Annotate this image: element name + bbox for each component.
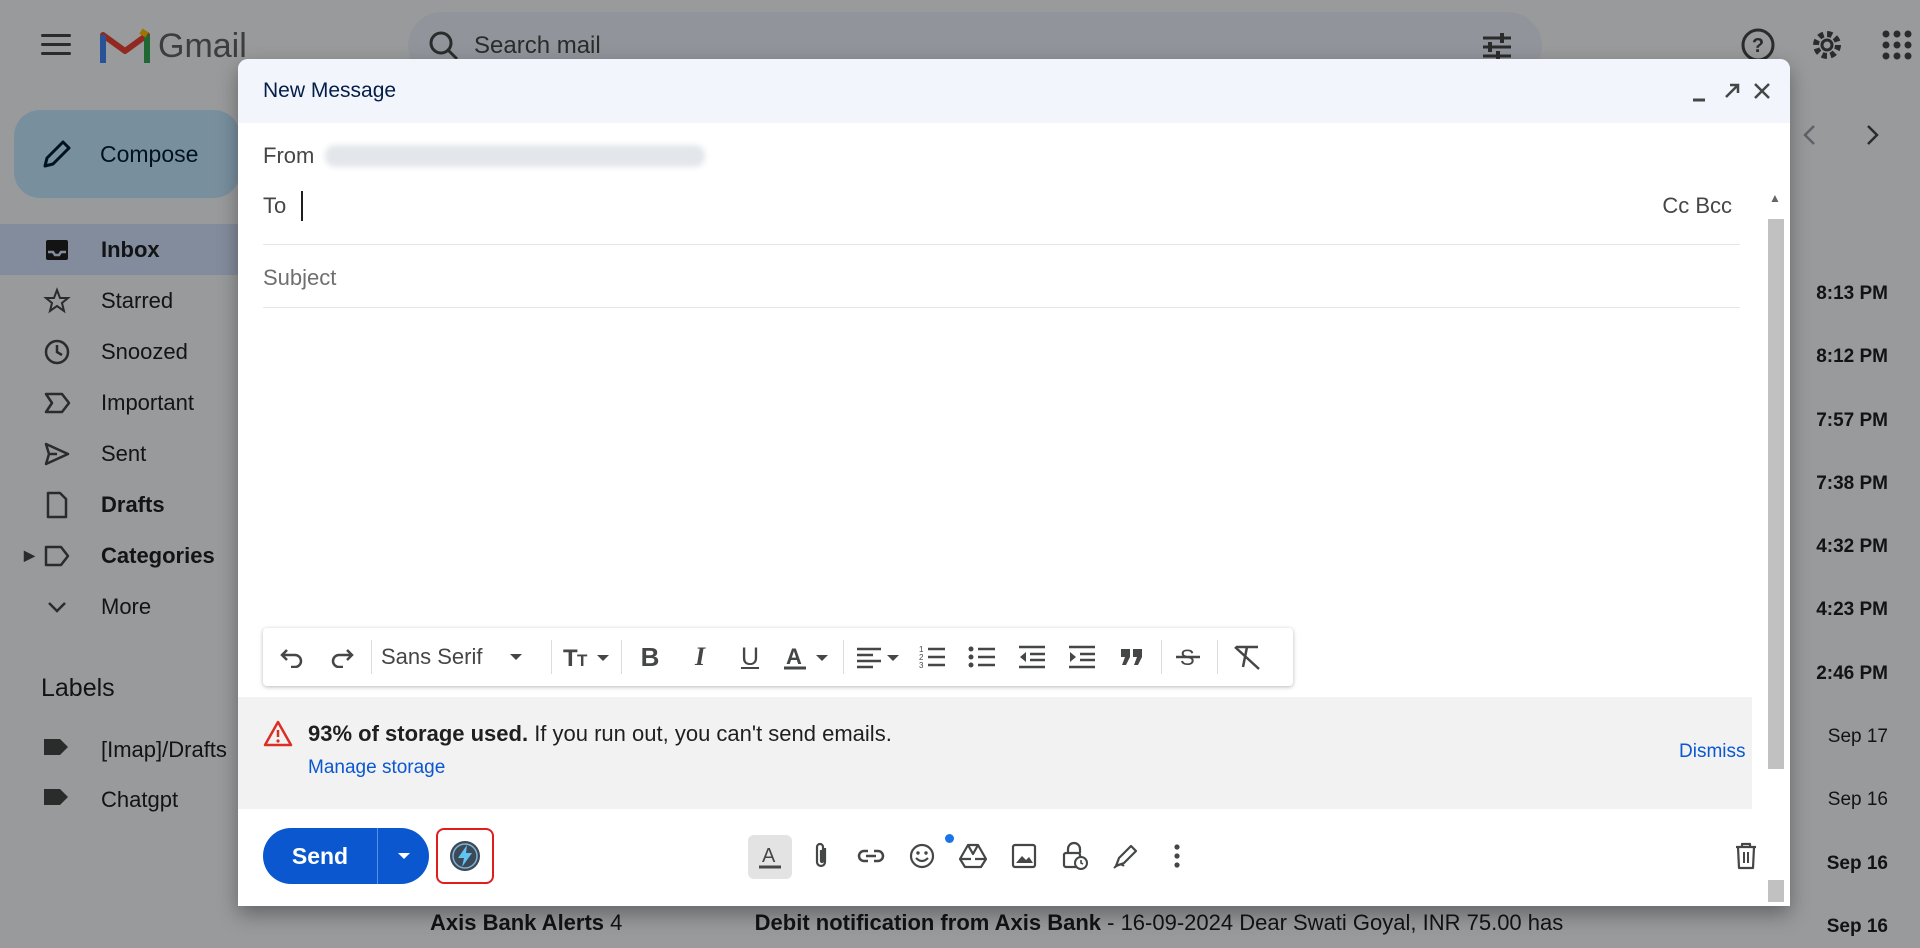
insert-signature-icon[interactable] [1107,837,1145,875]
redo-icon[interactable] [323,638,361,676]
full-screen-icon[interactable] [1720,79,1744,103]
toolbar-divider [1217,640,1218,674]
schedule-send-dropdown[interactable] [378,828,429,884]
formatting-toolbar: Sans Serif TT B I U A 123 S [263,628,1293,686]
svg-text:A: A [762,845,776,867]
google-drive-icon[interactable] [954,837,992,875]
text-color-icon[interactable]: A [779,638,835,676]
font-size-icon[interactable]: TT [559,638,615,676]
dropdown-arrow-icon [509,654,522,660]
undo-icon[interactable] [273,638,311,676]
to-label: To [263,193,287,218]
underline-icon[interactable]: U [731,638,769,676]
compose-header: New Message [238,59,1790,123]
from-label: From [263,143,315,168]
compose-action-bar: Send A [238,809,1756,906]
bold-icon[interactable]: B [631,638,669,676]
insert-photo-icon[interactable] [1005,837,1043,875]
cc-bcc-links[interactable]: Cc Bcc [1662,193,1732,219]
dismiss-button[interactable]: Dismiss [1679,741,1746,763]
scroll-thumb-lower[interactable] [1768,880,1784,902]
bulleted-list-icon[interactable] [963,638,1001,676]
from-field[interactable]: From [263,139,1740,189]
insert-emoji-icon[interactable] [903,837,941,875]
remove-formatting-icon[interactable] [1225,638,1269,676]
manage-storage-link[interactable]: Manage storage [308,757,445,779]
svg-text:T: T [577,651,588,669]
send-button[interactable]: Send [263,828,377,884]
insert-link-icon[interactable] [852,837,890,875]
attach-file-icon[interactable] [802,837,840,875]
toolbar-divider [551,640,552,674]
storage-message: 93% of storage used. If you run out, you… [308,721,892,747]
subject-field[interactable]: Subject [263,245,1740,308]
svg-text:3: 3 [919,661,924,670]
compose-window: New Message From To Cc Bcc Subject ▲ ▼ S… [238,59,1790,906]
svg-text:A: A [786,644,802,669]
strikethrough-icon[interactable]: S [1169,638,1207,676]
quote-icon[interactable] [1113,638,1151,676]
compose-title: New Message [263,79,397,102]
svg-text:T: T [563,645,578,669]
extension-bolt-button[interactable] [436,828,494,884]
storage-detail-text: If you run out, you can't send emails. [528,721,892,746]
dropdown-arrow-icon [397,853,410,859]
minimize-icon[interactable] [1688,81,1712,105]
lightning-bolt-icon [450,841,480,871]
formatting-options-toggle-icon[interactable]: A [748,835,792,879]
numbered-list-icon[interactable]: 123 [913,638,951,676]
from-address-redacted [325,145,705,167]
toolbar-divider [371,640,372,674]
send-button-group: Send [263,828,429,884]
storage-usage-text: 93% of storage used. [308,721,529,746]
scroll-up-arrow-icon[interactable]: ▲ [1769,191,1781,205]
text-cursor [301,191,303,221]
discard-draft-icon[interactable] [1729,837,1763,875]
more-options-icon[interactable] [1158,837,1196,875]
notification-dot [945,834,954,843]
close-icon[interactable] [1750,79,1774,103]
toolbar-divider [1161,640,1162,674]
font-family-select[interactable]: Sans Serif [381,638,541,676]
indent-less-icon[interactable] [1013,638,1051,676]
align-icon[interactable] [851,638,905,676]
storage-warning-banner: 93% of storage used. If you run out, you… [238,697,1752,809]
font-family-value: Sans Serif [381,644,483,669]
scroll-thumb[interactable] [1768,219,1784,769]
subject-input[interactable]: Subject [263,265,336,291]
warning-icon [263,720,293,747]
compose-scrollbar[interactable]: ▲ ▼ [1765,129,1785,906]
toolbar-divider [843,640,844,674]
toolbar-divider [621,640,622,674]
italic-icon[interactable]: I [681,638,719,676]
indent-more-icon[interactable] [1063,638,1101,676]
to-field[interactable]: To Cc Bcc [263,189,1740,245]
confidential-mode-icon[interactable] [1055,837,1093,875]
